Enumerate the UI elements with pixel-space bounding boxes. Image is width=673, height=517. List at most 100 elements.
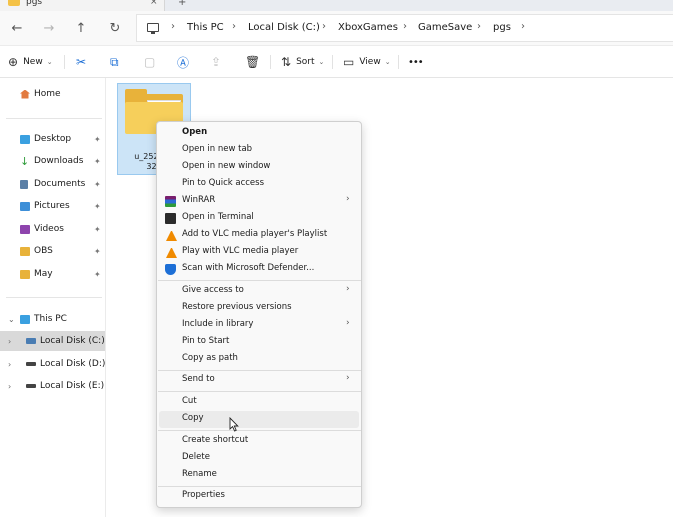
paste-button[interactable]: ▢ xyxy=(144,54,160,70)
sidebar-item-label: Downloads xyxy=(34,156,84,166)
chevron-down-icon[interactable]: ⌄ xyxy=(8,315,15,324)
menu-item-pin-to-quick-access[interactable]: Pin to Quick access xyxy=(159,176,359,193)
rename-button[interactable]: Ⓐ xyxy=(177,54,194,70)
back-button[interactable]: ← xyxy=(8,19,26,37)
pin-icon: ✦ xyxy=(94,134,101,144)
forward-button[interactable]: → xyxy=(40,19,58,37)
divider xyxy=(6,297,102,298)
chevron-right-icon: › xyxy=(346,284,350,294)
sidebar-item-label: Home xyxy=(34,89,61,99)
view-button[interactable]: ▭ View ⌄ xyxy=(343,54,391,70)
copy-button[interactable]: ⧉ xyxy=(110,54,124,70)
trash-icon: 🗑 xyxy=(245,55,261,69)
menu-item-winrar[interactable]: WinRAR › xyxy=(159,193,359,210)
menu-item-delete[interactable]: Delete xyxy=(159,450,359,467)
sort-button[interactable]: ⇅ Sort ⌄ xyxy=(281,54,324,70)
menu-item-label: Properties xyxy=(182,490,225,500)
share-button[interactable]: ⇪ xyxy=(211,54,226,70)
breadcrumb-item-this-pc[interactable]: This PC xyxy=(187,22,224,33)
sidebar-item-local-disk-e[interactable]: › Local Disk (E:) xyxy=(0,376,105,396)
terminal-icon xyxy=(165,213,176,224)
menu-item-include-in-library[interactable]: Include in library › xyxy=(159,317,359,334)
sidebar-item-downloads[interactable]: ↓ Downloads ✦ xyxy=(0,151,105,171)
chevron-down-icon: ⌄ xyxy=(46,58,53,66)
chevron-right-icon[interactable]: › xyxy=(8,382,11,391)
menu-item-label: Cut xyxy=(182,396,197,406)
menu-item-label: Include in library xyxy=(182,319,254,329)
menu-item-scan-with-defender[interactable]: Scan with Microsoft Defender... xyxy=(159,261,359,278)
refresh-icon: ↻ xyxy=(109,20,121,36)
breadcrumb[interactable]: › This PC › Local Disk (C:) › XboxGames … xyxy=(136,14,673,42)
sidebar-item-obs[interactable]: OBS ✦ xyxy=(0,241,105,261)
menu-item-label: Play with VLC media player xyxy=(182,246,299,256)
view-button-label: View xyxy=(359,57,381,67)
sidebar-item-local-disk-c[interactable]: › Local Disk (C:) xyxy=(0,331,105,351)
chevron-right-icon[interactable]: › xyxy=(8,337,11,346)
command-bar: ⊕ New ⌄ ✂ ⧉ ▢ Ⓐ ⇪ 🗑 ⇅ Sort ⌄ ▭ View ⌄ ••… xyxy=(0,46,673,78)
drive-icon xyxy=(26,384,36,388)
cut-button[interactable]: ✂ xyxy=(76,54,91,70)
menu-item-label: Copy xyxy=(182,413,204,423)
delete-button[interactable]: 🗑 xyxy=(245,54,265,70)
more-options-button[interactable]: ••• xyxy=(408,54,424,70)
menu-item-properties[interactable]: Properties xyxy=(159,488,359,505)
menu-separator xyxy=(158,430,361,431)
menu-item-give-access-to[interactable]: Give access to › xyxy=(159,283,359,300)
sidebar-item-label: OBS xyxy=(34,246,53,256)
menu-item-create-shortcut[interactable]: Create shortcut xyxy=(159,433,359,450)
tab-close-button[interactable]: × xyxy=(150,0,158,7)
chevron-right-icon[interactable]: › xyxy=(322,21,326,32)
plus-circle-icon: ⊕ xyxy=(8,55,19,69)
sidebar-item-home[interactable]: Home xyxy=(0,84,105,104)
chevron-right-icon[interactable]: › xyxy=(477,21,481,32)
home-icon xyxy=(20,89,30,99)
divider xyxy=(398,55,399,69)
menu-item-restore-previous-versions[interactable]: Restore previous versions xyxy=(159,300,359,317)
menu-item-open-in-terminal[interactable]: Open in Terminal xyxy=(159,210,359,227)
chevron-right-icon[interactable]: › xyxy=(403,21,407,32)
up-button[interactable]: ↑ xyxy=(72,19,90,37)
sidebar-item-documents[interactable]: Documents ✦ xyxy=(0,174,105,194)
sidebar-item-may[interactable]: May ✦ xyxy=(0,264,105,284)
menu-item-copy[interactable]: Copy xyxy=(159,411,359,428)
menu-item-copy-as-path[interactable]: Copy as path xyxy=(159,351,359,368)
menu-item-rename[interactable]: Rename xyxy=(159,467,359,484)
menu-item-open[interactable]: Open xyxy=(159,125,359,142)
new-tab-button[interactable]: + xyxy=(178,0,186,8)
breadcrumb-item-pgs[interactable]: pgs xyxy=(493,22,511,33)
sidebar-item-local-disk-d[interactable]: › Local Disk (D:) xyxy=(0,354,105,374)
menu-item-send-to[interactable]: Send to › xyxy=(159,372,359,389)
rename-icon: Ⓐ xyxy=(177,55,190,70)
new-button-label: New xyxy=(23,57,43,67)
chevron-right-icon[interactable]: › xyxy=(8,360,11,369)
refresh-button[interactable]: ↻ xyxy=(106,19,124,37)
sidebar-item-label: Desktop xyxy=(34,134,72,144)
drive-icon xyxy=(26,338,36,344)
chevron-right-icon[interactable]: › xyxy=(232,21,236,32)
menu-item-cut[interactable]: Cut xyxy=(159,394,359,411)
sidebar-item-this-pc[interactable]: ⌄ This PC xyxy=(0,309,105,329)
menu-separator xyxy=(158,391,361,392)
breadcrumb-item-gamesave[interactable]: GameSave xyxy=(418,22,472,33)
chevron-right-icon[interactable]: › xyxy=(521,21,525,32)
winrar-icon xyxy=(165,196,176,207)
menu-item-label: Open in new window xyxy=(182,161,271,171)
sidebar-item-label: This PC xyxy=(34,314,67,324)
new-button[interactable]: ⊕ New ⌄ xyxy=(8,54,53,70)
sidebar-item-videos[interactable]: Videos ✦ xyxy=(0,219,105,239)
menu-item-label: Give access to xyxy=(182,285,244,295)
up-arrow-icon: ↑ xyxy=(75,20,87,36)
chevron-right-icon: › xyxy=(346,194,350,204)
menu-item-open-in-new-window[interactable]: Open in new window xyxy=(159,159,359,176)
menu-item-label: Delete xyxy=(182,452,210,462)
menu-item-play-with-vlc[interactable]: Play with VLC media player xyxy=(159,244,359,261)
sidebar-item-desktop[interactable]: Desktop ✦ xyxy=(0,129,105,149)
menu-item-pin-to-start[interactable]: Pin to Start xyxy=(159,334,359,351)
breadcrumb-item-local-disk-c[interactable]: Local Disk (C:) xyxy=(248,22,320,33)
tab-pgs[interactable]: pgs × xyxy=(0,0,165,11)
chevron-right-icon[interactable]: › xyxy=(171,21,175,32)
menu-item-open-in-new-tab[interactable]: Open in new tab xyxy=(159,142,359,159)
sidebar-item-pictures[interactable]: Pictures ✦ xyxy=(0,196,105,216)
breadcrumb-item-xboxgames[interactable]: XboxGames xyxy=(338,22,398,33)
menu-item-add-to-vlc-playlist[interactable]: Add to VLC media player's Playlist xyxy=(159,227,359,244)
